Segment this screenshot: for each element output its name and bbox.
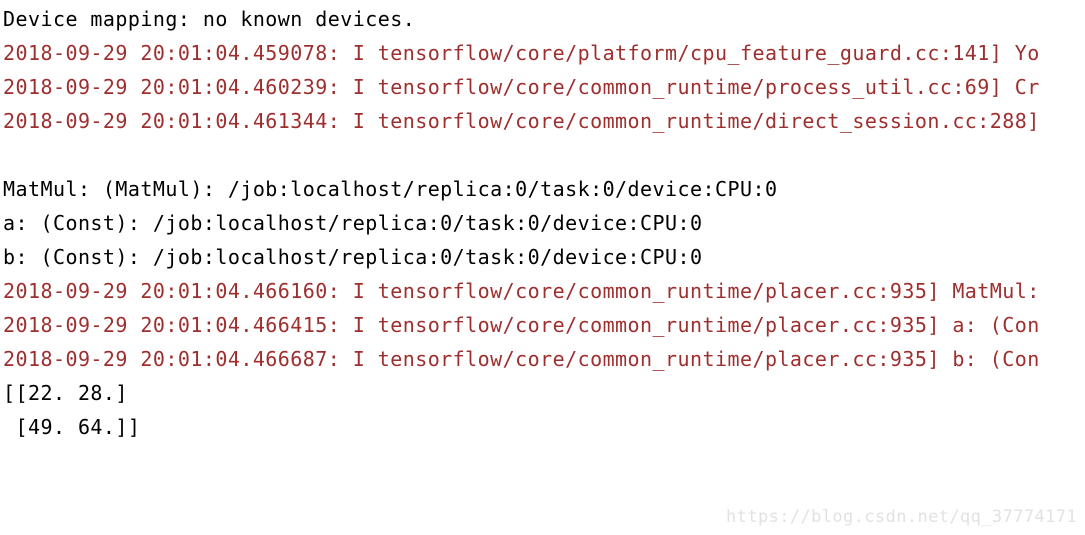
console-line: 2018-09-29 20:01:04.466160: I tensorflow…	[3, 279, 1040, 303]
console-line: b: (Const): /job:localhost/replica:0/tas…	[3, 245, 703, 269]
console-line: 2018-09-29 20:01:04.461344: I tensorflow…	[3, 109, 1040, 133]
console-line: 2018-09-29 20:01:04.466687: I tensorflow…	[3, 347, 1040, 371]
console-line: MatMul: (MatMul): /job:localhost/replica…	[3, 177, 778, 201]
console-line: a: (Const): /job:localhost/replica:0/tas…	[3, 211, 703, 235]
console-output[interactable]: Device mapping: no known devices. 2018-09…	[0, 0, 1085, 535]
console-line: 2018-09-29 20:01:04.466415: I tensorflow…	[3, 313, 1040, 337]
console-line-list: Device mapping: no known devices. 2018-09…	[3, 2, 1085, 444]
console-line: 2018-09-29 20:01:04.460239: I tensorflow…	[3, 75, 1040, 99]
console-line: 2018-09-29 20:01:04.459078: I tensorflow…	[3, 41, 1040, 65]
console-line: Device mapping: no known devices.	[3, 7, 416, 31]
watermark: https://blog.csdn.net/qq_37774171	[726, 507, 1077, 527]
console-line: [[22. 28.]	[3, 381, 128, 405]
console-line: [49. 64.]]	[3, 415, 141, 439]
